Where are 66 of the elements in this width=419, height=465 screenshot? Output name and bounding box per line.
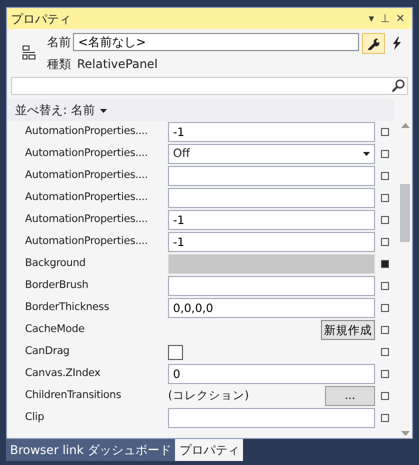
property-marker[interactable] xyxy=(381,326,389,334)
property-marker[interactable] xyxy=(381,194,389,202)
panel-tab[interactable]: Browser link ダッシュボード xyxy=(6,439,176,461)
checkbox[interactable] xyxy=(168,344,183,360)
caret-icon xyxy=(363,152,370,156)
scroll-up-icon[interactable] xyxy=(400,123,410,128)
property-field[interactable] xyxy=(168,408,375,428)
property-field[interactable] xyxy=(168,166,375,186)
close-button[interactable]: ✕ xyxy=(392,13,408,24)
property-marker[interactable] xyxy=(381,238,389,246)
search-field[interactable] xyxy=(11,77,408,95)
property-marker[interactable] xyxy=(381,370,389,378)
panel-tab[interactable]: プロパティ xyxy=(175,439,244,461)
window-title: プロパティ xyxy=(11,10,72,28)
property-marker[interactable] xyxy=(381,392,389,400)
property-name: ChildrenTransitions xyxy=(25,388,122,404)
property-field[interactable]: 0 xyxy=(168,364,375,384)
property-marker[interactable] xyxy=(381,172,389,180)
property-marker[interactable] xyxy=(381,260,389,268)
property-name: AutomationProperties.... xyxy=(25,124,149,140)
property-field[interactable] xyxy=(168,276,375,296)
properties-button[interactable] xyxy=(362,33,385,54)
panel-layout-icon xyxy=(22,45,36,61)
property-name: Canvas.ZIndex xyxy=(25,366,102,382)
dropdown-value: Off xyxy=(173,145,190,162)
property-field[interactable] xyxy=(168,188,375,208)
property-dropdown[interactable]: Off xyxy=(168,144,375,164)
property-name: CacheMode xyxy=(25,322,86,338)
property-field[interactable]: -1 xyxy=(168,232,375,252)
property-name: CanDrag xyxy=(25,344,71,360)
wrench-icon xyxy=(367,37,380,50)
type-value: RelativePanel xyxy=(77,56,158,73)
property-field[interactable]: 0,0,0,0 xyxy=(168,298,375,318)
property-name: AutomationProperties.... xyxy=(25,168,149,184)
name-label: 名前 xyxy=(47,34,72,51)
collection-value: (コレクション) xyxy=(168,387,250,404)
type-label: 種類 xyxy=(47,56,72,73)
property-name: Clip xyxy=(25,410,46,426)
property-marker[interactable] xyxy=(381,282,389,290)
property-name: Background xyxy=(25,256,87,272)
property-field[interactable]: -1 xyxy=(168,122,375,142)
property-name: BorderThickness xyxy=(25,300,110,316)
dropdown-button[interactable]: ▾ xyxy=(366,13,378,24)
scroll-down-icon[interactable] xyxy=(400,431,410,436)
pin-button[interactable]: ⊥ xyxy=(377,13,393,24)
property-marker[interactable] xyxy=(381,348,389,356)
color-swatch[interactable] xyxy=(168,254,375,274)
lightning-icon xyxy=(392,37,402,50)
scroll-thumb[interactable] xyxy=(400,184,410,242)
caret-icon xyxy=(100,108,107,113)
name-field[interactable]: <名前なし> xyxy=(73,33,359,51)
property-marker[interactable] xyxy=(381,150,389,158)
search-icon xyxy=(391,79,405,93)
property-field[interactable]: -1 xyxy=(168,210,375,230)
new-button[interactable]: 新規作成 xyxy=(321,320,375,340)
property-name: AutomationProperties.... xyxy=(25,234,149,250)
property-name: AutomationProperties.... xyxy=(25,190,149,206)
property-marker[interactable] xyxy=(381,414,389,422)
property-name: BorderBrush xyxy=(25,278,90,294)
property-marker[interactable] xyxy=(381,304,389,312)
property-marker[interactable] xyxy=(381,128,389,136)
property-name: AutomationProperties.... xyxy=(25,146,149,162)
ellipsis-button[interactable]: ... xyxy=(325,386,375,406)
sort-dropdown[interactable]: 並べ替え: 名前 xyxy=(15,101,107,119)
property-marker[interactable] xyxy=(381,216,389,224)
property-name: AutomationProperties.... xyxy=(25,212,149,228)
